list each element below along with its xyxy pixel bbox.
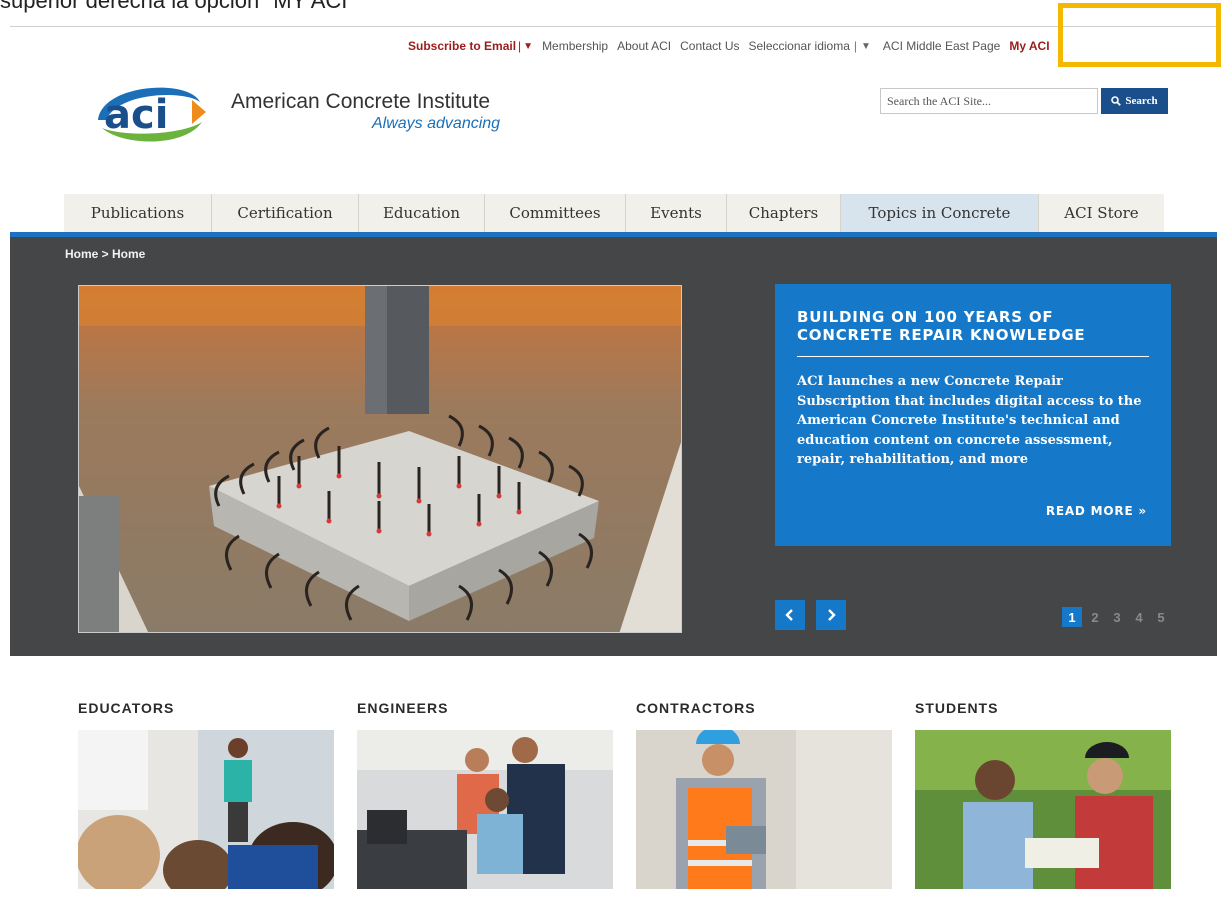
pager-page-3[interactable]: 3 (1106, 607, 1128, 627)
contractors-image[interactable] (636, 730, 892, 889)
institute-name: American Concrete Institute (231, 90, 491, 113)
audience-title[interactable]: EDUCATORS (78, 700, 334, 716)
search-button-label: Search (1125, 95, 1158, 107)
audience-title[interactable]: ENGINEERS (357, 700, 613, 716)
membership-link[interactable]: Membership (542, 39, 608, 53)
nav-events[interactable]: Events (626, 194, 727, 232)
pager-page-4[interactable]: 4 (1128, 607, 1150, 627)
subscribe-arrow-icon[interactable]: ▼ (523, 41, 533, 52)
nav-publications[interactable]: Publications (64, 194, 212, 232)
pager-page-1[interactable]: 1 (1062, 607, 1082, 627)
divider (10, 26, 1217, 27)
nav-committees[interactable]: Committees (485, 194, 626, 232)
search-button[interactable]: Search (1101, 88, 1168, 114)
audience-students[interactable]: STUDENTS (915, 700, 1171, 889)
subscribe-email-link[interactable]: Subscribe to Email (408, 39, 516, 53)
search-input[interactable] (880, 88, 1098, 114)
utility-bar: Subscribe to Email | ▼ Membership About … (408, 38, 1050, 54)
read-more-link[interactable]: READ MORE » (1046, 504, 1147, 518)
carousel-next-button[interactable] (816, 600, 846, 630)
language-select[interactable]: Seleccionar idioma (749, 39, 850, 53)
engineers-image[interactable] (357, 730, 613, 889)
search-icon (1111, 96, 1122, 106)
hero-banner: Home > Home BUILDING ON 100 YEARS OF CON… (10, 232, 1217, 656)
audience-educators[interactable]: EDUCATORS (78, 700, 334, 889)
about-aci-link[interactable]: About ACI (617, 39, 671, 53)
aci-logo[interactable]: aci (88, 76, 210, 148)
educators-image[interactable] (78, 730, 334, 889)
breadcrumb[interactable]: Home > Home (65, 247, 145, 261)
audience-contractors[interactable]: CONTRACTORS (636, 700, 892, 889)
audience-title[interactable]: STUDENTS (915, 700, 1171, 716)
hero-feature-card: BUILDING ON 100 YEARS OF CONCRETE REPAIR… (775, 284, 1171, 546)
tutorial-caption: superior derecha la opción "MY ACI" (0, 0, 356, 13)
language-arrow-icon[interactable]: ▼ (861, 41, 871, 52)
chevron-left-icon (785, 609, 793, 621)
audience-title[interactable]: CONTRACTORS (636, 700, 892, 716)
pager-page-5[interactable]: 5 (1150, 607, 1172, 627)
nav-topics-in-concrete[interactable]: Topics in Concrete (841, 194, 1039, 232)
pager-page-2[interactable]: 2 (1084, 607, 1106, 627)
audience-engineers[interactable]: ENGINEERS (357, 700, 613, 889)
nav-aci-store[interactable]: ACI Store (1039, 194, 1164, 232)
subscribe-separator: | (518, 39, 522, 53)
contact-us-link[interactable]: Contact Us (680, 39, 739, 53)
main-nav: Publications Certification Education Com… (64, 194, 1164, 232)
nav-education[interactable]: Education (359, 194, 485, 232)
middle-east-link[interactable]: ACI Middle East Page (883, 39, 1000, 53)
hero-body: ACI launches a new Concrete Repair Subsc… (797, 374, 1142, 467)
hero-title[interactable]: BUILDING ON 100 YEARS OF CONCRETE REPAIR… (797, 308, 1149, 344)
hero-card-divider (797, 356, 1149, 357)
students-image[interactable] (915, 730, 1171, 889)
institute-tagline: Always advancing (372, 115, 501, 132)
chevron-right-icon (828, 609, 836, 621)
nav-chapters[interactable]: Chapters (727, 194, 841, 232)
hero-image[interactable] (78, 285, 682, 633)
language-separator: | (853, 39, 858, 53)
svg-text:aci: aci (104, 92, 168, 138)
nav-certification[interactable]: Certification (212, 194, 359, 232)
carousel-prev-button[interactable] (775, 600, 805, 630)
my-aci-link[interactable]: My ACI (1009, 39, 1049, 53)
highlight-box (1058, 3, 1221, 67)
carousel-pager: 1 2 3 4 5 (1062, 607, 1172, 627)
